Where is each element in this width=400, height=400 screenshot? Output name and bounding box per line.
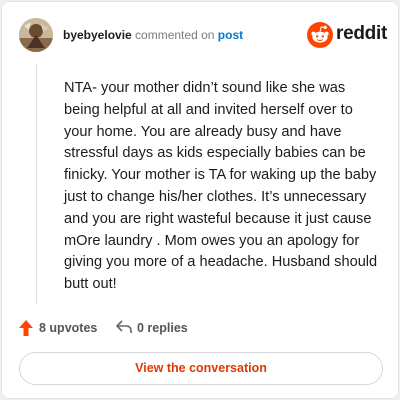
upvote-button[interactable]: 8 upvotes bbox=[19, 318, 99, 338]
comment-embed-card: byebyelovie commented on post reddit NTA… bbox=[1, 1, 399, 399]
comment-body: NTA- your mother didn’t sound like she w… bbox=[64, 80, 378, 293]
comment-header: byebyelovie commented on post reddit bbox=[19, 18, 387, 52]
comment-actions: 8 upvotes 0 replies bbox=[19, 318, 381, 338]
reply-arrow-icon bbox=[116, 320, 132, 333]
reddit-snoo-icon bbox=[307, 22, 333, 48]
reply-button[interactable]: 0 replies bbox=[116, 318, 196, 338]
post-link[interactable]: post bbox=[218, 28, 243, 42]
username-link[interactable]: byebyelovie bbox=[63, 28, 132, 42]
comment-byline: byebyelovie commented on post bbox=[63, 27, 243, 43]
brand-wordmark: reddit bbox=[336, 23, 387, 44]
view-conversation-button[interactable]: View the conversation bbox=[19, 352, 383, 385]
user-avatar[interactable] bbox=[19, 18, 53, 52]
byline-action-text: commented on bbox=[135, 28, 215, 42]
thread-line bbox=[36, 64, 37, 304]
reddit-logo[interactable]: reddit bbox=[307, 22, 387, 48]
upvote-count: 8 upvotes bbox=[39, 321, 98, 335]
reply-count: 0 replies bbox=[137, 321, 188, 335]
upvote-arrow-icon bbox=[19, 320, 33, 336]
